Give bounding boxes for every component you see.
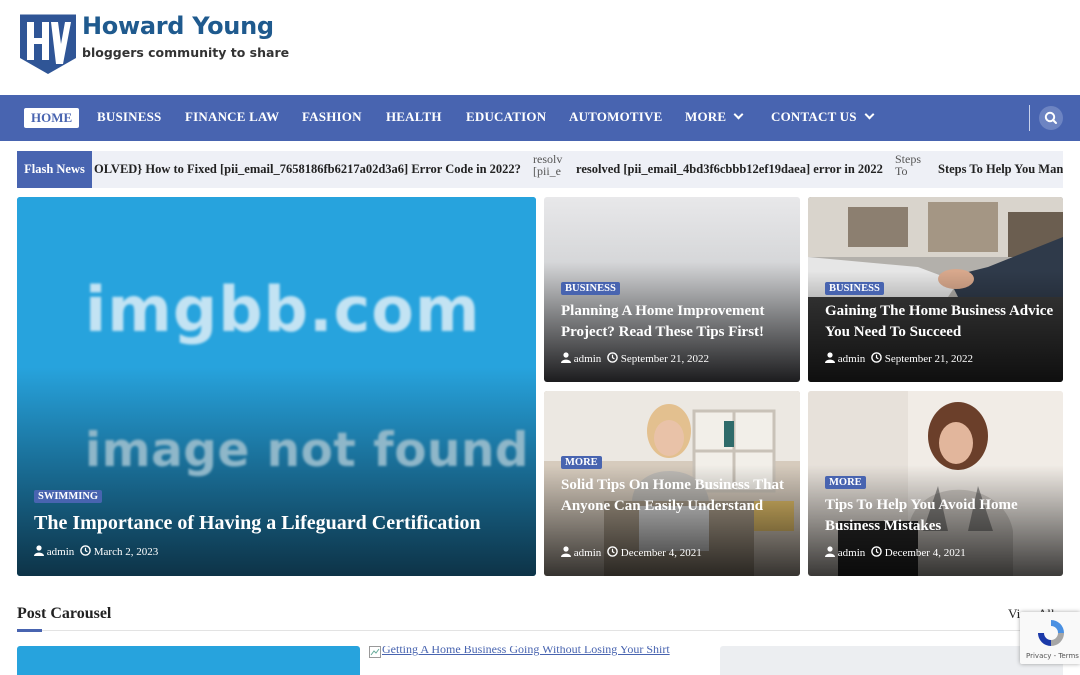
post-meta: admin September 21, 2022 xyxy=(561,352,709,365)
site-title[interactable]: Howard Young xyxy=(82,12,274,40)
post-card[interactable]: BUSINESS Gaining The Home Business Advic… xyxy=(808,197,1063,382)
post-date: December 4, 2021 xyxy=(884,547,966,559)
category-badge[interactable]: BUSINESS xyxy=(825,282,884,295)
featured-post-card[interactable]: imgbb.com image not found SWIMMING The I… xyxy=(17,197,536,576)
post-title[interactable]: Planning A Home Improvement Project? Rea… xyxy=(561,301,791,343)
recaptcha-footer[interactable]: Privacy - Terms xyxy=(1026,652,1079,660)
post-author[interactable]: admin xyxy=(47,546,75,558)
ticker-item[interactable]: Steps To Help You Mana xyxy=(938,162,1063,177)
broken-image-icon xyxy=(369,646,381,658)
clock-icon xyxy=(871,352,882,363)
nav-item-more-label: MORE xyxy=(685,109,727,124)
post-date: September 21, 2022 xyxy=(884,353,974,365)
category-badge[interactable]: MORE xyxy=(561,456,602,469)
post-meta: admin March 2, 2023 xyxy=(34,545,158,558)
post-author[interactable]: admin xyxy=(574,547,602,559)
category-badge[interactable]: SWIMMING xyxy=(34,490,103,503)
post-author[interactable]: admin xyxy=(838,547,866,559)
clock-icon xyxy=(80,545,91,556)
clock-icon xyxy=(871,546,882,557)
nav-item-home[interactable]: HOME xyxy=(24,108,80,128)
flash-news-ticker: OLVED} How to Fixed [pii_email_7658186fb… xyxy=(92,151,1063,188)
post-title[interactable]: Solid Tips On Home Business That Anyone … xyxy=(561,475,791,517)
post-title[interactable]: Tips To Help You Avoid Home Business Mis… xyxy=(825,495,1055,537)
user-icon xyxy=(825,546,835,557)
nav-item-contact-label: CONTACT US xyxy=(771,109,857,124)
image-placeholder-text: image not found xyxy=(85,423,530,478)
nav-item-fashion[interactable]: FASHION xyxy=(302,109,362,125)
post-card[interactable]: MORE Tips To Help You Avoid Home Busines… xyxy=(808,391,1063,576)
nav-item-health[interactable]: HEALTH xyxy=(386,109,442,125)
user-icon xyxy=(561,352,571,363)
flash-news-bar: Flash News OLVED} How to Fixed [pii_emai… xyxy=(17,151,1063,188)
nav-item-education[interactable]: EDUCATION xyxy=(466,109,546,125)
ticker-item[interactable]: resolved [pii_email_4bd3f6cbbb12ef19daea… xyxy=(576,162,883,177)
category-badge[interactable]: MORE xyxy=(825,476,866,489)
user-icon xyxy=(561,546,571,557)
nav-item-automotive[interactable]: AUTOMOTIVE xyxy=(569,109,663,125)
image-placeholder-text: imgbb.com xyxy=(85,273,481,346)
ticker-image[interactable]: resolv [pii_e xyxy=(533,153,569,186)
section-title: Post Carousel xyxy=(17,605,112,622)
post-card[interactable]: BUSINESS Planning A Home Improvement Pro… xyxy=(544,197,800,382)
post-author[interactable]: admin xyxy=(574,353,602,365)
hy-shield-logo-icon[interactable] xyxy=(18,14,78,76)
chevron-down-icon xyxy=(864,109,875,120)
nav-item-more[interactable]: MORE xyxy=(685,109,744,125)
carousel-item[interactable] xyxy=(720,646,1063,675)
ticker-image[interactable]: Steps To xyxy=(895,153,931,186)
user-icon xyxy=(825,352,835,363)
category-badge[interactable]: BUSINESS xyxy=(561,282,620,295)
nav-divider xyxy=(1029,105,1030,131)
post-date: March 2, 2023 xyxy=(93,546,159,558)
search-icon xyxy=(1044,111,1057,124)
section-divider xyxy=(17,630,1063,631)
carousel-item[interactable] xyxy=(17,646,360,675)
section-accent xyxy=(17,629,42,632)
post-title[interactable]: Gaining The Home Business Advice You Nee… xyxy=(825,301,1055,343)
recaptcha-badge[interactable]: Privacy - Terms xyxy=(1020,612,1080,664)
post-date: December 4, 2021 xyxy=(620,547,702,559)
main-nav: HOME BUSINESS FINANCE LAW FASHION HEALTH… xyxy=(0,95,1080,141)
post-card[interactable]: MORE Solid Tips On Home Business That An… xyxy=(544,391,800,576)
clock-icon xyxy=(607,546,618,557)
post-author[interactable]: admin xyxy=(838,353,866,365)
clock-icon xyxy=(607,352,618,363)
site-tagline: bloggers community to share xyxy=(82,45,290,60)
ticker-item[interactable]: OLVED} How to Fixed [pii_email_7658186fb… xyxy=(94,162,521,177)
carousel-image-alt[interactable]: Getting A Home Business Going Without Lo… xyxy=(382,646,670,657)
post-meta: admin September 21, 2022 xyxy=(825,352,973,365)
nav-item-business[interactable]: BUSINESS xyxy=(97,109,161,125)
user-icon xyxy=(34,545,44,556)
post-title[interactable]: The Importance of Having a Lifeguard Cer… xyxy=(34,512,481,535)
nav-item-contact-us[interactable]: CONTACT US xyxy=(771,109,875,125)
search-button[interactable] xyxy=(1039,106,1063,130)
carousel-item[interactable]: Getting A Home Business Going Without Lo… xyxy=(369,646,712,675)
post-meta: admin December 4, 2021 xyxy=(825,546,966,559)
chevron-down-icon xyxy=(733,109,744,120)
nav-item-finance-law[interactable]: FINANCE LAW xyxy=(185,109,279,125)
recaptcha-icon xyxy=(1038,620,1064,646)
site-header: Howard Young bloggers community to share xyxy=(0,0,1080,95)
flash-news-label: Flash News xyxy=(17,151,92,188)
post-meta: admin December 4, 2021 xyxy=(561,546,702,559)
post-date: September 21, 2022 xyxy=(620,353,710,365)
